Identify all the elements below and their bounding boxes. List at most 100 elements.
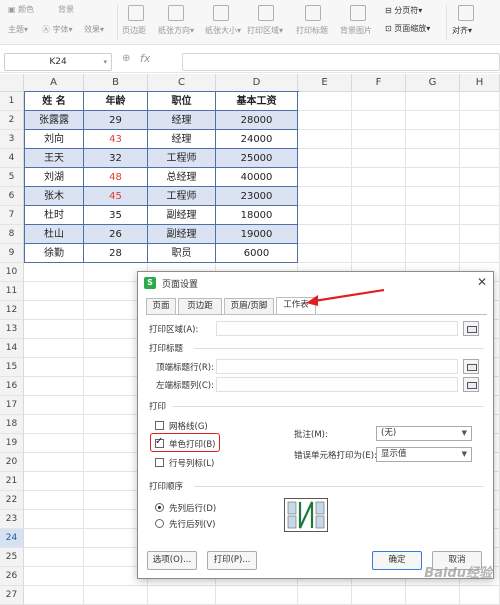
table-cell[interactable]: 18000 (216, 206, 298, 225)
table-cell[interactable] (460, 187, 500, 206)
close-icon[interactable]: ✕ (477, 275, 487, 289)
row-header[interactable]: 19 (0, 434, 24, 453)
row-col-headers-checkbox[interactable] (155, 458, 164, 467)
table-cell[interactable]: 职位 (148, 92, 216, 111)
top-rows-picker-icon[interactable] (463, 359, 479, 374)
row-header[interactable]: 2 (0, 111, 24, 130)
table-cell[interactable] (352, 187, 406, 206)
table-cell[interactable]: 姓 名 (24, 92, 84, 111)
table-cell[interactable]: 总经理 (148, 168, 216, 187)
table-cell[interactable]: 28 (84, 244, 148, 263)
row-header[interactable]: 21 (0, 472, 24, 491)
print-area-picker-icon[interactable] (463, 321, 479, 336)
table-cell[interactable] (298, 187, 352, 206)
table-cell[interactable]: 副经理 (148, 206, 216, 225)
table-cell[interactable] (460, 225, 500, 244)
row-header[interactable]: 6 (0, 187, 24, 206)
table-cell[interactable] (352, 149, 406, 168)
table-cell[interactable]: 工程师 (148, 149, 216, 168)
table-cell[interactable]: 杜山 (24, 225, 84, 244)
table-cell[interactable]: 经理 (148, 130, 216, 149)
errors-select[interactable]: 显示值 ▼ (376, 447, 472, 462)
table-cell[interactable] (406, 130, 460, 149)
table-cell[interactable] (24, 434, 84, 453)
table-cell[interactable] (460, 244, 500, 263)
table-cell[interactable] (352, 225, 406, 244)
comments-select[interactable]: (无) ▼ (376, 426, 472, 441)
table-cell[interactable] (460, 206, 500, 225)
table-cell[interactable] (298, 111, 352, 130)
name-box[interactable]: K24 ▾ (4, 53, 112, 71)
font-button[interactable]: Ⓐ 字体▾ (42, 24, 73, 35)
row-header[interactable]: 10 (0, 263, 24, 282)
orientation-button[interactable]: 纸张方向▾ (158, 25, 194, 36)
gridlines-checkbox[interactable] (155, 421, 164, 430)
tab-page[interactable]: 页面 (146, 298, 176, 314)
table-cell[interactable] (24, 263, 84, 282)
select-all-corner[interactable] (0, 74, 24, 92)
table-cell[interactable]: 张露露 (24, 111, 84, 130)
over-then-down-radio[interactable] (155, 519, 164, 528)
table-cell[interactable] (24, 358, 84, 377)
table-cell[interactable] (406, 92, 460, 111)
table-cell[interactable] (298, 206, 352, 225)
left-cols-input[interactable] (216, 377, 458, 392)
row-header[interactable]: 1 (0, 92, 24, 111)
table-cell[interactable] (24, 453, 84, 472)
top-rows-input[interactable] (216, 359, 458, 374)
table-cell[interactable] (24, 396, 84, 415)
row-header[interactable]: 7 (0, 206, 24, 225)
table-cell[interactable]: 年龄 (84, 92, 148, 111)
table-cell[interactable] (298, 149, 352, 168)
row-header[interactable]: 12 (0, 301, 24, 320)
table-cell[interactable] (298, 130, 352, 149)
row-header[interactable]: 11 (0, 282, 24, 301)
row-header[interactable]: 18 (0, 415, 24, 434)
options-button[interactable]: 选项(O)... (147, 551, 197, 570)
print-titles-button[interactable]: 打印标题 (296, 25, 328, 36)
row-header[interactable]: 5 (0, 168, 24, 187)
table-cell[interactable]: 职员 (148, 244, 216, 263)
table-cell[interactable] (24, 339, 84, 358)
table-cell[interactable] (406, 244, 460, 263)
table-cell[interactable] (406, 187, 460, 206)
row-header[interactable]: 16 (0, 377, 24, 396)
table-cell[interactable] (460, 149, 500, 168)
page-zoom-button[interactable]: ⊡ 页面缩放▾ (385, 23, 430, 34)
row-header[interactable]: 3 (0, 130, 24, 149)
table-cell[interactable] (298, 168, 352, 187)
tab-margins[interactable]: 页边距 (178, 298, 222, 314)
table-cell[interactable] (406, 149, 460, 168)
table-cell[interactable]: 29 (84, 111, 148, 130)
down-then-over-radio[interactable] (155, 503, 164, 512)
table-cell[interactable]: 26 (84, 225, 148, 244)
background-image-button[interactable]: 背景图片 (340, 25, 372, 36)
table-cell[interactable] (24, 320, 84, 339)
column-header[interactable]: D (216, 74, 298, 92)
table-cell[interactable]: 40000 (216, 168, 298, 187)
table-cell[interactable] (406, 206, 460, 225)
row-header[interactable]: 9 (0, 244, 24, 263)
table-cell[interactable]: 19000 (216, 225, 298, 244)
effects-button[interactable]: 效果▾ (84, 24, 104, 35)
page-break-button[interactable]: ⊟ 分页符▾ (385, 5, 422, 16)
table-cell[interactable]: 6000 (216, 244, 298, 263)
table-cell[interactable]: 32 (84, 149, 148, 168)
table-cell[interactable] (460, 111, 500, 130)
table-cell[interactable]: 23000 (216, 187, 298, 206)
column-header[interactable]: B (84, 74, 148, 92)
table-cell[interactable] (460, 168, 500, 187)
row-header[interactable]: 8 (0, 225, 24, 244)
table-cell[interactable] (24, 301, 84, 320)
table-cell[interactable] (298, 225, 352, 244)
table-cell[interactable]: 基本工资 (216, 92, 298, 111)
row-header[interactable]: 25 (0, 548, 24, 567)
table-cell[interactable] (24, 567, 84, 586)
table-cell[interactable]: 王天 (24, 149, 84, 168)
table-cell[interactable]: 43 (84, 130, 148, 149)
table-cell[interactable] (352, 92, 406, 111)
ok-button[interactable]: 确定 (372, 551, 422, 570)
background-button[interactable]: 背景 (58, 4, 74, 15)
column-header[interactable]: G (406, 74, 460, 92)
table-cell[interactable] (24, 510, 84, 529)
